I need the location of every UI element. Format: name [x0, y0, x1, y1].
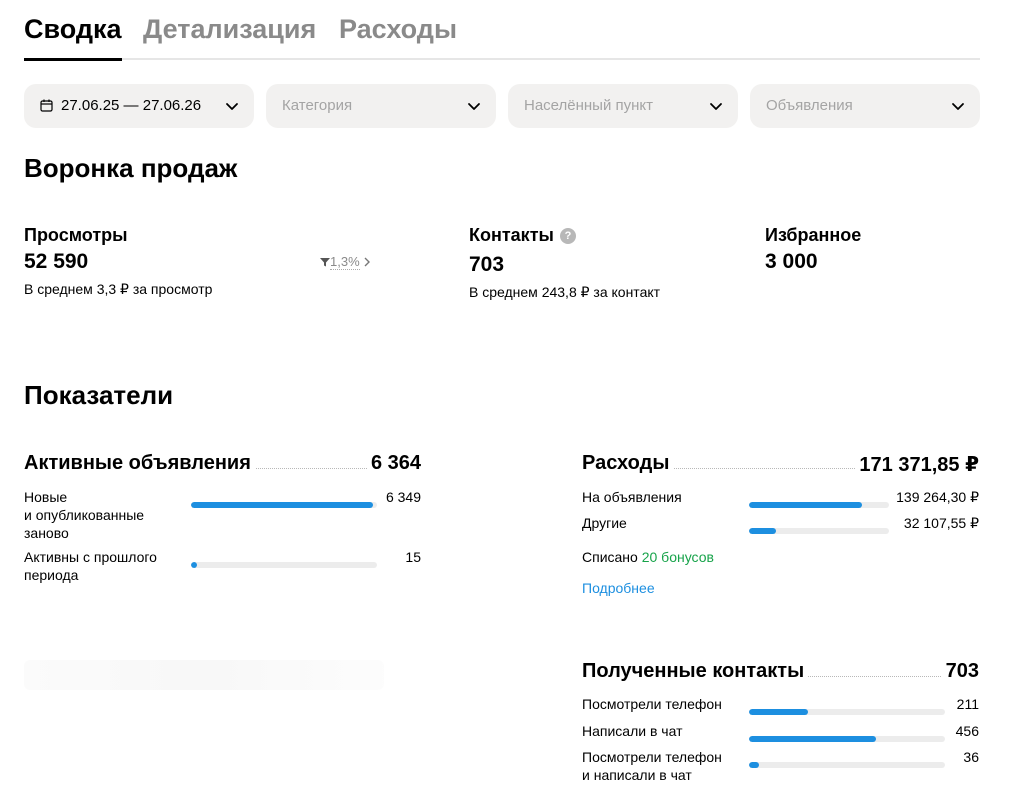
funnel-title: Воронка продаж — [24, 153, 238, 183]
row-label-line: и написали в чат — [582, 767, 692, 783]
row-label-line: Новые — [24, 489, 68, 505]
funnel-icon — [320, 258, 330, 267]
contacts-row-label: Посмотрели телефон и написали в чат — [582, 748, 722, 784]
calendar-icon — [40, 99, 53, 112]
row-value: 32 107,55 ₽ — [903, 515, 979, 531]
more-details-link[interactable]: Подробнее — [582, 580, 655, 596]
row-label-line: Посмотрели телефон — [582, 749, 722, 765]
written-off-label: Списано — [582, 549, 638, 565]
progress-fill — [749, 528, 776, 534]
row-label-line: Написали в чат — [582, 723, 683, 739]
favorites-value: 3 000 — [765, 250, 818, 273]
progress-fill — [191, 502, 374, 508]
row-value: 139 264,30 ₽ — [896, 489, 979, 505]
ads-filter[interactable]: Объявления — [750, 84, 980, 128]
row-label-line: и опубликованные — [24, 507, 145, 523]
row-label-line: периода — [24, 567, 79, 583]
expenses-title: Расходы — [582, 452, 674, 475]
expenses-row-label: На объявления — [582, 489, 682, 505]
row-value: 36 — [963, 749, 979, 765]
views-average: В среднем 3,3 ₽ за просмотр — [24, 281, 213, 297]
contacts-row-label: Посмотрели телефон — [582, 695, 722, 713]
progress-fill — [749, 762, 759, 768]
progress-fill — [749, 709, 808, 715]
date-range-filter[interactable]: 27.06.25 — 27.06.26 — [24, 84, 254, 128]
row-value: 456 — [955, 723, 979, 739]
row-label-line: Активны с прошлого — [24, 549, 157, 565]
received-contacts-title: Полученные контакты — [582, 660, 809, 683]
row-value: 15 — [405, 549, 421, 565]
views-label: Просмотры — [24, 225, 128, 245]
progress-bar — [749, 528, 889, 534]
favorites-label: Избранное — [765, 225, 862, 245]
tab-expenses[interactable]: Расходы — [339, 14, 457, 45]
views-value: 52 590 — [24, 250, 89, 273]
category-placeholder: Категория — [282, 97, 353, 114]
help-icon[interactable]: ? — [560, 228, 576, 244]
progress-fill — [191, 562, 197, 568]
category-filter[interactable]: Категория — [266, 84, 496, 128]
active-ads-row-label: Новые и опубликованные заново — [24, 488, 144, 542]
contacts-value: 703 — [469, 253, 505, 276]
tab-details[interactable]: Детализация — [143, 14, 316, 45]
expenses-total: 171 371,85 ₽ — [855, 452, 979, 477]
contacts-label: Контакты — [469, 225, 554, 245]
blurred-placeholder — [24, 660, 384, 690]
chevron-right-icon — [364, 257, 371, 267]
tab-bar: Сводка Детализация Расходы — [24, 0, 980, 61]
progress-bar — [191, 562, 377, 568]
contacts-row-label: Написали в чат — [582, 722, 682, 740]
chevron-down-icon — [710, 103, 722, 110]
views-conversion[interactable]: 1,3% — [320, 254, 371, 270]
city-filter[interactable]: Населённый пункт — [508, 84, 738, 128]
row-label-line: заново — [24, 525, 69, 541]
row-value: 211 — [956, 696, 979, 712]
active-ads-total: 6 364 — [366, 452, 421, 475]
city-placeholder: Населённый пункт — [524, 97, 654, 114]
progress-fill — [749, 502, 863, 508]
chevron-down-icon — [468, 103, 480, 110]
progress-fill — [749, 736, 877, 742]
ads-filter-value: Объявления — [766, 97, 853, 114]
progress-bar — [749, 762, 945, 768]
progress-bar — [191, 502, 377, 508]
progress-bar — [749, 502, 889, 508]
bonuses-value: 20 бонусов — [641, 549, 714, 565]
active-ads-row-label: Активны с прошлого периода — [24, 548, 157, 584]
progress-bar — [749, 709, 945, 715]
progress-bar — [749, 736, 945, 742]
received-contacts-total: 703 — [941, 660, 979, 683]
indicators-title: Показатели — [24, 380, 174, 410]
expenses-row-label: Другие — [582, 515, 627, 531]
chevron-down-icon — [226, 103, 238, 110]
row-label-line: Посмотрели телефон — [582, 696, 722, 712]
contacts-average: В среднем 243,8 ₽ за контакт — [469, 284, 661, 300]
date-range-value: 27.06.25 — 27.06.26 — [61, 97, 202, 114]
row-value: 6 349 — [385, 489, 421, 505]
chevron-down-icon — [952, 103, 964, 110]
written-off-bonuses: Списано 20 бонусов — [582, 549, 714, 565]
active-ads-title: Активные объявления — [24, 452, 255, 475]
tab-summary[interactable]: Сводка — [24, 14, 122, 61]
conversion-value: 1,3% — [330, 254, 360, 270]
